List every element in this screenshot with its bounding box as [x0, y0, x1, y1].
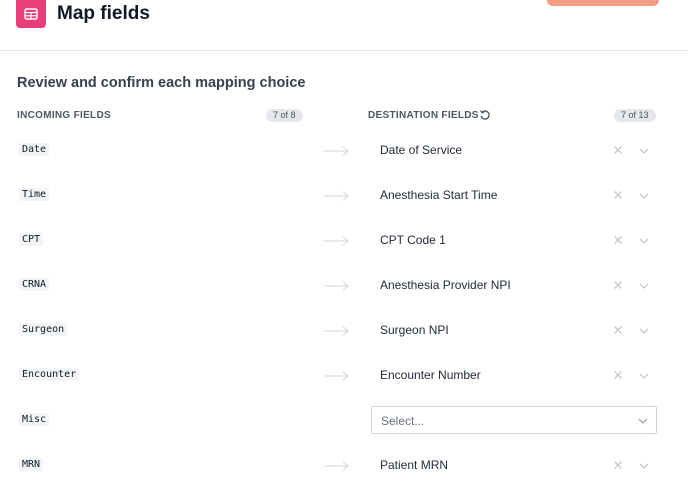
chevron-down-icon[interactable]: [637, 415, 649, 427]
mapping-row: Misc Select...: [0, 406, 688, 436]
chevron-down-icon[interactable]: [638, 280, 650, 292]
incoming-field: CRNA: [19, 278, 50, 291]
incoming-field: Surgeon: [19, 323, 68, 336]
destination-fields-heading: DESTINATION FIELDS: [368, 110, 479, 121]
incoming-field: Time: [19, 188, 50, 201]
destination-field[interactable]: Anesthesia Provider NPI: [380, 278, 511, 292]
page-title: Map fields: [57, 3, 150, 24]
destination-field[interactable]: Anesthesia Start Time: [380, 188, 497, 202]
mapping-row: MRN Patient MRN: [0, 451, 688, 481]
section-subtitle: Review and confirm each mapping choice: [17, 75, 306, 91]
arrow-right-icon: [324, 236, 349, 246]
clear-icon[interactable]: [612, 189, 624, 201]
incoming-field: Date: [19, 143, 50, 156]
incoming-field: Misc: [19, 413, 50, 426]
chevron-down-icon[interactable]: [638, 190, 650, 202]
reset-icon[interactable]: [479, 109, 491, 121]
continue-button[interactable]: [547, 0, 659, 6]
chevron-down-icon[interactable]: [638, 370, 650, 382]
arrow-right-icon: [324, 326, 349, 336]
incoming-field: Encounter: [19, 368, 80, 381]
destination-count-badge: 7 of 13: [614, 109, 656, 122]
clear-icon[interactable]: [612, 234, 624, 246]
destination-field[interactable]: CPT Code 1: [380, 233, 446, 247]
clear-icon[interactable]: [612, 459, 624, 471]
chevron-down-icon[interactable]: [638, 460, 650, 472]
destination-field[interactable]: Encounter Number: [380, 368, 481, 382]
arrow-right-icon: [324, 191, 349, 201]
incoming-count-badge: 7 of 8: [266, 109, 303, 122]
arrow-right-icon: [324, 281, 349, 291]
clear-icon[interactable]: [612, 279, 624, 291]
destination-select[interactable]: Select...: [371, 406, 657, 434]
incoming-field: MRN: [19, 458, 44, 471]
table-icon: [16, 0, 46, 28]
mapping-row: CRNA Anesthesia Provider NPI: [0, 271, 688, 301]
chevron-down-icon[interactable]: [638, 235, 650, 247]
destination-field[interactable]: Patient MRN: [380, 458, 448, 472]
select-placeholder: Select...: [381, 414, 425, 428]
mapping-row: Encounter Encounter Number: [0, 361, 688, 391]
destination-field[interactable]: Date of Service: [380, 143, 462, 157]
clear-icon[interactable]: [612, 144, 624, 156]
mapping-row: Surgeon Surgeon NPI: [0, 316, 688, 346]
destination-field[interactable]: Surgeon NPI: [380, 323, 449, 337]
mapping-row: Date Date of Service: [0, 136, 688, 166]
chevron-down-icon[interactable]: [638, 325, 650, 337]
mapping-row: Time Anesthesia Start Time: [0, 181, 688, 211]
incoming-fields-heading: INCOMING FIELDS: [17, 110, 111, 121]
mapping-row: CPT CPT Code 1: [0, 226, 688, 256]
incoming-field: CPT: [19, 233, 44, 246]
arrow-right-icon: [324, 461, 349, 471]
arrow-right-icon: [324, 146, 349, 156]
arrow-right-icon: [324, 371, 349, 381]
header: Map fields: [0, 0, 688, 51]
clear-icon[interactable]: [612, 324, 624, 336]
chevron-down-icon[interactable]: [638, 145, 650, 157]
clear-icon[interactable]: [612, 369, 624, 381]
